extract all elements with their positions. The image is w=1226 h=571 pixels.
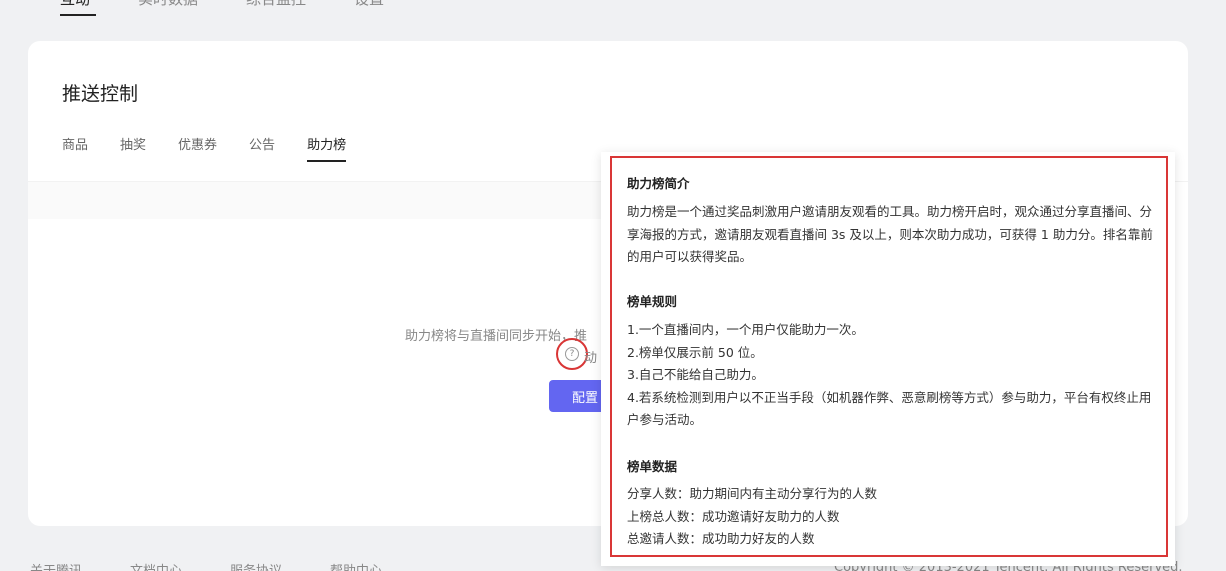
panel-header-band [28,181,603,219]
footer-link-docs[interactable]: 文档中心 [130,560,182,571]
tooltip-rule-item: 4.若系统检测到用户以不正当手段（如机器作弊、恶意刷榜等方式）参与助力，平台有权… [627,389,1152,428]
tab-lottery[interactable]: 抽奖 [120,134,146,162]
tooltip-rule-item: 2.榜单仅展示前 50 位。 [627,344,763,360]
footer-link-about[interactable]: 关于腾讯 [30,560,82,571]
page-title: 推送控制 [62,83,139,105]
tooltip-data-list: 分享人数：助力期间内有主动分享行为的人数 上榜总人数：成功邀请好友助力的人数 总… [627,483,1159,551]
tooltip-intro-text: 助力榜是一个通过奖品刺激用户邀请朋友观看的工具。助力榜开启时，观众通过分享直播间… [627,204,1153,264]
tooltip-data-item: 分享人数：助力期间内有主动分享行为的人数 [627,486,878,501]
top-tab-indicator [60,14,96,16]
footer-link-terms[interactable]: 服务协议 [230,560,282,571]
footer-link-help[interactable]: 帮助中心 [330,560,382,571]
sub-tabs: 商品 抽奖 优惠券 公告 助力榜 [62,134,378,162]
top-tab-interact[interactable]: 互动 [60,0,90,15]
empty-state-description: 助力榜将与直播间同步开始，推 [405,329,588,344]
tooltip-data-item: 上榜总人数：成功邀请好友助力的人数 [627,508,840,524]
top-tab-realtime-data[interactable]: 实时数据 [138,0,198,15]
question-circle-icon[interactable]: ? [565,347,579,361]
top-tabs: 互动 实时数据 综合监控 设置 [60,0,432,15]
top-tab-monitor[interactable]: 综合监控 [246,0,306,15]
tooltip-intro-heading: 助力榜简介 [627,176,690,191]
tab-boost-leaderboard[interactable]: 助力榜 [307,134,347,162]
tab-coupons[interactable]: 优惠券 [178,134,217,162]
tab-announcements[interactable]: 公告 [249,134,275,162]
config-button[interactable]: 配置 [549,380,609,412]
empty-state-description-2: 动 [584,351,598,366]
help-tooltip: 助力榜简介 助力榜是一个通过奖品刺激用户邀请朋友观看的工具。助力榜开启时，观众通… [601,152,1175,566]
tooltip-rule-item: 3.自己不能给自己助力。 [627,367,764,382]
top-tab-settings[interactable]: 设置 [354,0,384,15]
tooltip-rules-heading: 榜单规则 [627,294,678,309]
tab-products[interactable]: 商品 [62,134,88,162]
tooltip-data-item: 总邀请人数：成功助力好友的人数 [627,531,815,546]
footer-links: 关于腾讯 文档中心 服务协议 帮助中心 [30,560,430,571]
tooltip-rules-list: 1.一个直播间内，一个用户仅能助力一次。 2.榜单仅展示前 50 位。 3.自己… [627,319,1159,432]
tooltip-data-heading: 榜单数据 [627,459,678,474]
tooltip-rule-item: 1.一个直播间内，一个用户仅能助力一次。 [627,322,864,337]
